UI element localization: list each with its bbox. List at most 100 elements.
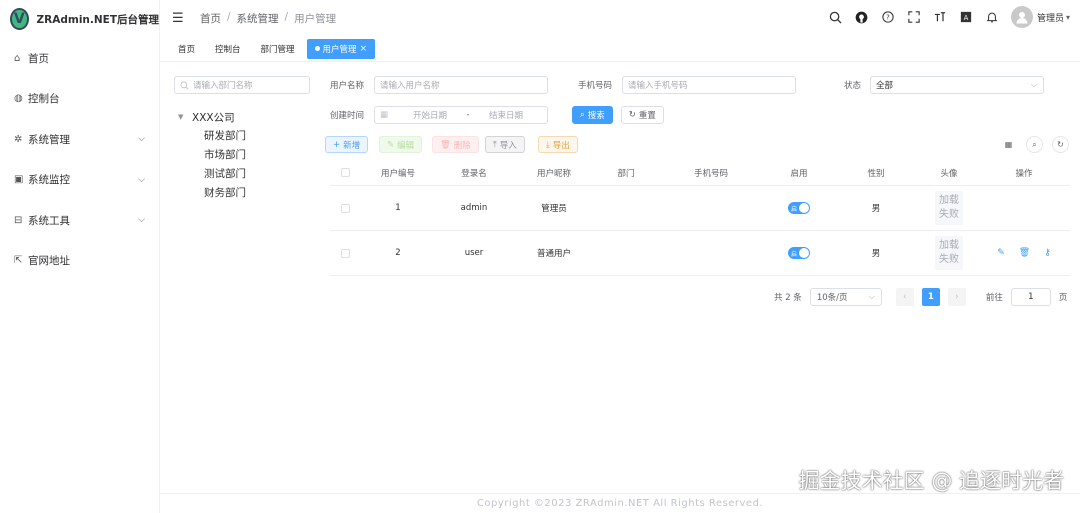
switch-text: 启 xyxy=(791,205,798,213)
tree-node-label: 财务部门 xyxy=(204,187,246,199)
enabled-switch[interactable]: 启 xyxy=(788,202,810,214)
start-date-placeholder[interactable]: 开始日期 xyxy=(402,109,458,121)
date-range-picker[interactable]: ▦ 开始日期 - 结束日期 xyxy=(374,106,548,124)
sidebar-item[interactable]: ⌂ 首页 xyxy=(0,38,159,79)
tag-label: 控制台 xyxy=(215,44,241,55)
calendar-icon: ▦ xyxy=(380,110,389,120)
username-input[interactable]: 请输入用户名称 xyxy=(374,76,548,94)
active-dot-icon xyxy=(314,46,320,51)
tree-node[interactable]: 市场部门 xyxy=(178,145,246,164)
refresh-icon: ↻ xyxy=(628,110,636,120)
key-icon[interactable]: ⚷ xyxy=(1044,248,1051,258)
select-all-checkbox[interactable] xyxy=(340,168,350,177)
sidebar-item[interactable]: ⊟ 系统工具 ⌵ xyxy=(0,200,159,241)
close-icon[interactable]: × xyxy=(360,44,368,54)
gear-icon: ✲ xyxy=(14,133,23,145)
search-toggle-icon[interactable]: ⌕ xyxy=(1026,136,1043,153)
created-time-label: 创建时间 xyxy=(330,111,365,121)
row-checkbox[interactable] xyxy=(340,248,350,258)
goto-label: 前往 xyxy=(985,293,1003,303)
caret-down-icon[interactable]: ▼ xyxy=(178,113,192,121)
goto-page-input[interactable]: 1 xyxy=(1010,288,1051,306)
table-row: 2 user 普通用户 启 男 加载 失败 ✎ 🗑 ⚷ xyxy=(330,231,1070,276)
export-button[interactable]: ⤓ 导出 xyxy=(538,136,578,153)
status-value: 全部 xyxy=(876,81,894,91)
caret-down-icon[interactable]: ▾ xyxy=(1066,13,1070,22)
chevron-down-icon: ⌵ xyxy=(138,174,145,185)
table-cell: 男 xyxy=(832,247,920,259)
phone-input[interactable]: 请输入手机号码 xyxy=(622,76,796,94)
login-name: admin xyxy=(460,203,488,213)
row-checkbox[interactable] xyxy=(340,203,350,213)
tree-node-root[interactable]: ▼ XXX公司 xyxy=(178,108,246,126)
grid-icon[interactable]: ▦ xyxy=(1000,136,1017,153)
sidebar-item-label: 系统监控 xyxy=(28,174,70,187)
end-date-placeholder[interactable]: 结束日期 xyxy=(478,109,534,121)
search-button[interactable]: ⌕ 搜索 xyxy=(572,106,613,124)
user-id: 2 xyxy=(395,248,401,258)
column-header: 操作 xyxy=(1015,168,1033,179)
avatar-fail-line: 失败 xyxy=(939,209,959,220)
user-table: 用户编号 登录名 用户昵称 部门 手机号码 启用 性别 头像 操作 1 admin 管理员启男加载失… xyxy=(330,160,1070,276)
tag-item[interactable]: 首页 xyxy=(170,39,203,59)
tree-node[interactable]: 研发部门 xyxy=(178,126,246,145)
username-label: 用户名称 xyxy=(330,81,365,91)
fullscreen-icon[interactable] xyxy=(907,10,921,24)
tag-item[interactable]: 用户管理 × xyxy=(306,38,376,59)
range-separator: - xyxy=(466,110,470,120)
page-size-select[interactable]: 10条/页 ⌵ xyxy=(809,288,882,306)
sidebar-item[interactable]: ✲ 系统管理 ⌵ xyxy=(0,119,159,160)
next-page-button[interactable]: › xyxy=(947,288,966,306)
breadcrumb-system[interactable]: 系统管理 xyxy=(237,11,279,26)
help-icon[interactable]: ? xyxy=(881,10,895,24)
tag-label: 用户管理 xyxy=(322,44,357,55)
sidebar-item[interactable]: ◍ 控制台 xyxy=(0,79,159,120)
chevron-down-icon: ⌵ xyxy=(868,292,875,302)
tree-node[interactable]: 测试部门 xyxy=(178,164,246,183)
user-name[interactable]: 管理员 xyxy=(1037,11,1064,24)
sidebar: V ZRAdmin.NET后台管理 ⌂ 首页 ◍ 控制台 ✲ 系统管理 ⌵ ▣ 系统监控 ⌵ ⊟ 系统… xyxy=(0,0,160,513)
status-label: 状态 xyxy=(844,81,862,91)
hamburger-icon[interactable]: ☰ xyxy=(172,11,186,26)
pagination: 共 2 条 10条/页 ⌵ ‹ 1 › 前往 1 页 xyxy=(774,288,1067,306)
sidebar-item-label: 系统管理 xyxy=(28,133,70,146)
row-actions: ✎ 🗑 ⚷ xyxy=(997,248,1051,258)
sidebar-item[interactable]: ⇱ 官网地址 xyxy=(0,241,159,282)
chevron-down-icon: ⌵ xyxy=(138,215,145,226)
add-button[interactable]: + 新增 xyxy=(325,136,369,153)
export-button-label: 导出 xyxy=(552,140,570,151)
trash-icon[interactable]: 🗑 xyxy=(1019,248,1030,258)
language-icon[interactable]: A xyxy=(959,10,973,24)
page-number-current[interactable]: 1 xyxy=(921,288,940,306)
edit-icon[interactable]: ✎ xyxy=(997,248,1005,258)
import-button[interactable]: ⤒ 导入 xyxy=(485,136,525,153)
logo[interactable]: V ZRAdmin.NET后台管理 xyxy=(0,0,159,38)
tree-node[interactable]: 财务部门 xyxy=(178,183,246,202)
table-cell: 2 xyxy=(360,248,436,258)
bell-icon[interactable] xyxy=(985,10,999,24)
breadcrumb-home[interactable]: 首页 xyxy=(200,11,221,26)
footer: Copyright ©2023 ZRAdmin.NET All Rights R… xyxy=(160,493,1080,513)
delete-button[interactable]: 🗑 删除 xyxy=(432,136,479,153)
svg-text:A: A xyxy=(964,14,969,22)
status-select[interactable]: 全部 ⌵ xyxy=(870,76,1044,94)
dept-search-input[interactable]: 请输入部门名称 xyxy=(174,76,310,94)
user-avatar[interactable] xyxy=(1010,6,1033,28)
sidebar-item-label: 首页 xyxy=(28,52,49,65)
search-icon[interactable] xyxy=(829,10,843,24)
font-size-icon[interactable] xyxy=(933,10,947,24)
sidebar-item[interactable]: ▣ 系统监控 ⌵ xyxy=(0,160,159,201)
phone-label: 手机号码 xyxy=(578,81,613,91)
chevron-down-icon: ⌵ xyxy=(138,134,145,145)
table-cell xyxy=(330,248,360,258)
github-icon[interactable] xyxy=(855,10,869,24)
refresh-icon[interactable]: ↻ xyxy=(1052,136,1069,153)
avatar-load-failed: 加载 失败 xyxy=(935,191,963,225)
enabled-switch[interactable]: 启 xyxy=(788,247,810,259)
prev-page-button[interactable]: ‹ xyxy=(895,288,914,306)
reset-button[interactable]: ↻ 重置 xyxy=(620,106,664,124)
dept-search-placeholder: 请输入部门名称 xyxy=(193,81,253,91)
edit-button[interactable]: ✎ 编辑 xyxy=(379,136,423,153)
tag-item[interactable]: 控制台 xyxy=(207,39,249,59)
tag-item[interactable]: 部门管理 xyxy=(253,39,303,59)
